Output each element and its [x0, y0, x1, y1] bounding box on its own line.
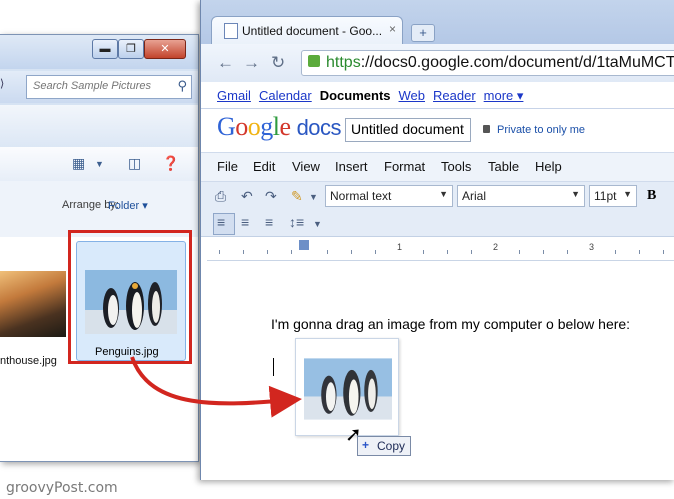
search-icon[interactable]: ⚲	[177, 78, 187, 94]
google-bar: Gmail Calendar Documents Web Reader more ▾	[217, 88, 531, 104]
bold-button[interactable]: B	[647, 188, 656, 204]
ruler-number: 1	[397, 242, 403, 252]
padlock-icon	[483, 125, 490, 133]
menu-file[interactable]: File	[217, 159, 238, 174]
explorer-address-row: ⟩ ⚲	[0, 71, 198, 103]
ruler-number: 2	[493, 242, 499, 252]
gmail-link[interactable]: Gmail	[217, 88, 251, 103]
font-size-dropdown[interactable]: 11pt ▼	[589, 185, 637, 207]
indent-marker[interactable]	[299, 240, 309, 250]
alignment-toolbar: ≡ ≡ ≡ ↕≡ ▼	[201, 210, 674, 237]
maximize-button[interactable]: ❐	[118, 39, 144, 59]
refresh-icon[interactable]: ⟩	[0, 77, 16, 97]
selection-highlight-box	[68, 230, 192, 364]
reload-icon[interactable]: ↻	[271, 53, 285, 73]
chevron-down-icon: ▼	[439, 189, 448, 199]
forward-icon[interactable]: →	[243, 53, 260, 73]
menu-view[interactable]: View	[292, 159, 320, 174]
text-caret	[273, 358, 274, 376]
documents-link: Documents	[319, 88, 391, 103]
chevron-down-icon: ▼	[571, 189, 580, 199]
document-title-field[interactable]: Untitled document	[345, 118, 471, 142]
paint-format-icon[interactable]: ✎	[291, 188, 303, 205]
explorer-titlebar: ▬ ❐ ✕	[0, 35, 198, 69]
menu-tools[interactable]: Tools	[441, 159, 471, 174]
docs-favicon-icon	[224, 23, 238, 39]
views-dropdown-icon[interactable]: ▼	[95, 159, 104, 169]
close-tab-icon[interactable]: ×	[389, 22, 396, 36]
views-icon[interactable]: ▦	[72, 155, 85, 172]
align-right-icon[interactable]: ≡	[265, 214, 273, 230]
document-body-text[interactable]: I'm gonna drag an image from my computer…	[271, 316, 630, 332]
menu-table[interactable]: Table	[488, 159, 519, 174]
back-icon[interactable]: ←	[217, 53, 234, 73]
arrange-dropdown[interactable]: Folder ▾	[108, 199, 148, 212]
print-icon[interactable]: ⎙	[215, 188, 226, 205]
penguins-image	[304, 358, 392, 420]
ssl-lock-icon	[308, 55, 320, 67]
lighthouse-thumbnail[interactable]	[0, 271, 66, 337]
menu-format[interactable]: Format	[384, 159, 425, 174]
align-center-icon[interactable]: ≡	[241, 214, 249, 230]
more-link[interactable]: more ▾	[484, 88, 524, 103]
explorer-command-bar: ▦ ▼ ◫ ❓	[0, 147, 198, 182]
plus-icon: +	[362, 438, 370, 452]
line-spacing-dropdown-icon[interactable]: ▼	[313, 219, 322, 229]
address-toolbar: ← → ↻ https://docs0.google.com/document/…	[201, 44, 674, 83]
search-input[interactable]	[27, 76, 169, 96]
web-link[interactable]: Web	[399, 88, 426, 103]
formatting-toolbar: ⎙ ↶ ↷ ✎ ▼ Normal text ▼ Arial ▼ 11pt ▼ B	[201, 182, 674, 210]
chevron-down-icon: ▼	[623, 189, 632, 199]
style-dropdown[interactable]: Normal text ▼	[325, 185, 453, 207]
watermark: groovyPost.com	[6, 480, 118, 496]
divider	[201, 108, 674, 109]
undo-icon[interactable]: ↶	[241, 188, 253, 205]
drag-copy-badge: + Copy	[357, 436, 411, 456]
align-left-icon: ≡	[217, 214, 226, 230]
ruler: 1 2 3	[207, 240, 674, 261]
minimize-button[interactable]: ▬	[92, 39, 118, 59]
menu-help[interactable]: Help	[535, 159, 562, 174]
tab-strip: Untitled document - Goo... × +	[201, 0, 674, 45]
google-docs-page: Gmail Calendar Documents Web Reader more ▾ Go…	[201, 82, 674, 480]
arrange-bar: Arrange by: Folder ▾	[0, 181, 198, 237]
ruler-number: 3	[589, 242, 595, 252]
tab-untitled-document[interactable]: Untitled document - Goo... ×	[211, 16, 403, 45]
file-label: nthouse.jpg	[0, 355, 57, 367]
new-tab-button[interactable]: +	[411, 24, 435, 42]
paint-format-dropdown-icon[interactable]: ▼	[309, 192, 318, 202]
redo-icon[interactable]: ↷	[265, 188, 277, 205]
menu-bar: File Edit View Insert Format Tools Table…	[201, 152, 674, 182]
menu-insert[interactable]: Insert	[335, 159, 368, 174]
search-box[interactable]: ⚲	[26, 75, 192, 99]
url-text[interactable]: https://docs0.google.com/document/d/1taM…	[326, 54, 674, 72]
browser-window: Untitled document - Goo... × + ← → ↻ htt…	[200, 0, 674, 480]
line-spacing-icon[interactable]: ↕≡	[289, 214, 304, 230]
google-docs-logo[interactable]: Google docs	[217, 112, 342, 142]
address-bar[interactable]: https://docs0.google.com/document/d/1taM…	[301, 50, 674, 76]
explorer-toolbar	[0, 105, 198, 147]
reader-link[interactable]: Reader	[433, 88, 476, 103]
help-icon[interactable]: ❓	[162, 155, 179, 172]
preview-pane-icon[interactable]: ◫	[128, 155, 141, 172]
menu-edit[interactable]: Edit	[253, 159, 275, 174]
sharing-status[interactable]: Private to only me	[483, 124, 585, 136]
calendar-link[interactable]: Calendar	[259, 88, 312, 103]
close-button[interactable]: ✕	[144, 39, 186, 59]
tab-title: Untitled document - Goo...	[242, 24, 383, 38]
font-dropdown[interactable]: Arial ▼	[457, 185, 585, 207]
